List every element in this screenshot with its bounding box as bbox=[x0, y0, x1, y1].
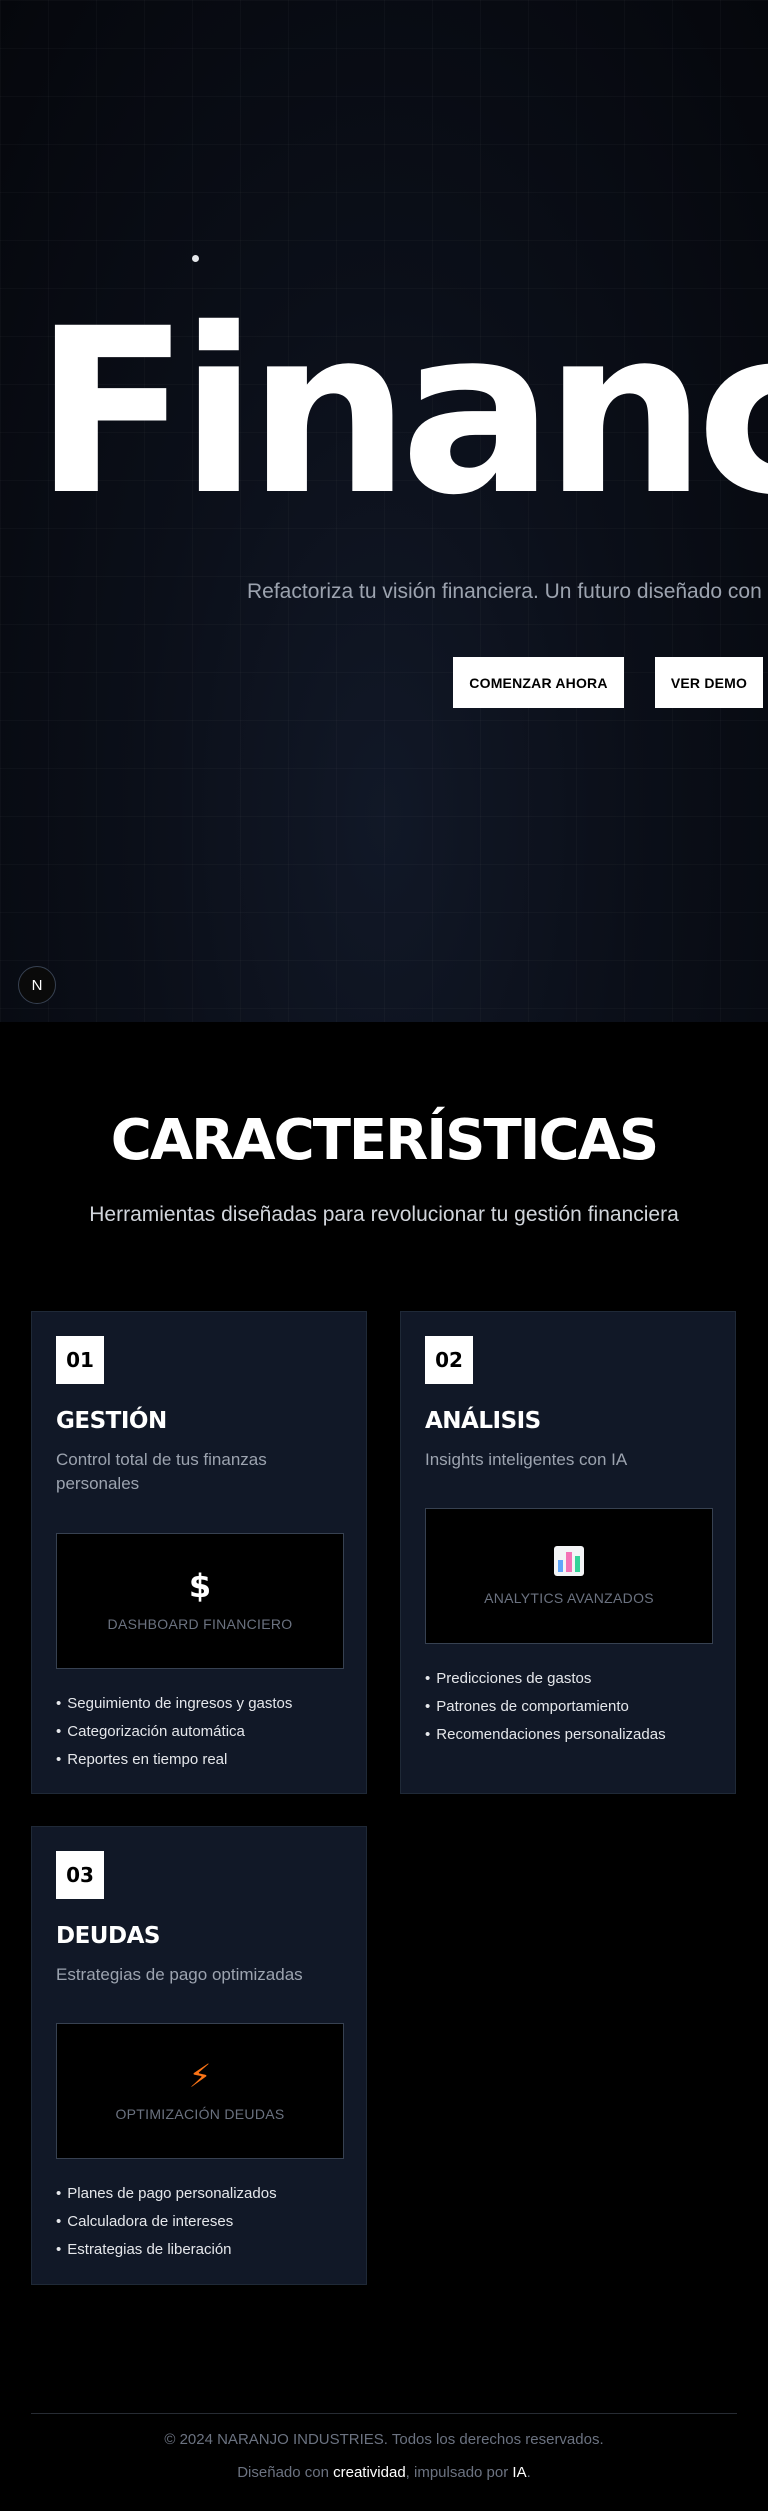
list-item: Patrones de comportamiento bbox=[425, 1693, 666, 1721]
feature-list: Predicciones de gastos Patrones de compo… bbox=[425, 1665, 666, 1749]
credits-suffix: . bbox=[526, 2464, 531, 2481]
card-description: Control total de tus finanzas personales bbox=[56, 1450, 267, 1493]
bar-chart-icon bbox=[554, 1546, 584, 1576]
card-description: Estrategias de pago optimizadas bbox=[56, 1965, 303, 1984]
credits-creativity: creatividad bbox=[333, 2464, 406, 2481]
preview-label: DASHBOARD FINANCIERO bbox=[107, 1616, 293, 1632]
list-item: Predicciones de gastos bbox=[425, 1665, 666, 1693]
n-logo-badge[interactable]: N bbox=[18, 966, 56, 1004]
preview-label: OPTIMIZACIÓN DEUDAS bbox=[115, 2106, 285, 2122]
list-item: Planes de pago personalizados bbox=[56, 2180, 276, 2208]
hero-section: Financ Refactoriza tu visión financiera.… bbox=[0, 0, 768, 1022]
card-number: 01 bbox=[56, 1336, 104, 1384]
start-now-button[interactable]: COMENZAR AHORA bbox=[453, 657, 624, 708]
card-number: 03 bbox=[56, 1851, 104, 1899]
feature-list: Seguimiento de ingresos y gastos Categor… bbox=[56, 1690, 292, 1774]
credits-ia: IA bbox=[512, 2464, 527, 2481]
list-item: Estrategias de liberación bbox=[56, 2236, 277, 2264]
lightning-icon: ⚡ bbox=[188, 2057, 212, 2095]
footer-copyright: © 2024 NARANJO INDUSTRIES. Todos los der… bbox=[164, 2431, 604, 2448]
feature-card-analisis: 02 ANÁLISIS Insights inteligentes con IA… bbox=[400, 1311, 736, 1794]
list-item: Seguimiento de ingresos y gastos bbox=[56, 1690, 292, 1718]
features-title: CARACTERÍSTICAS bbox=[110, 1108, 660, 1173]
list-item: Categorización automática bbox=[56, 1718, 292, 1746]
card-preview: ANALYTICS AVANZADOS bbox=[425, 1508, 713, 1644]
list-item: Calculadora de intereses bbox=[56, 2208, 277, 2236]
feature-card-gestion: 01 GESTIÓN Control total de tus finanzas… bbox=[31, 1311, 367, 1794]
card-title: ANÁLISIS bbox=[425, 1408, 541, 1434]
card-description: Insights inteligentes con IA bbox=[425, 1450, 628, 1469]
card-title: DEUDAS bbox=[56, 1923, 160, 1949]
feature-card-deudas: 03 DEUDAS Estrategias de pago optimizada… bbox=[31, 1826, 367, 2285]
dollar-icon: $ bbox=[188, 1567, 212, 1605]
view-demo-button[interactable]: VER DEMO bbox=[655, 657, 763, 708]
list-item: Reportes en tiempo real bbox=[56, 1746, 292, 1774]
preview-label: ANALYTICS AVANZADOS bbox=[484, 1590, 654, 1606]
card-number: 02 bbox=[425, 1336, 473, 1384]
footer-divider bbox=[31, 2413, 737, 2414]
card-preview: ⚡ OPTIMIZACIÓN DEUDAS bbox=[56, 2023, 344, 2159]
hero-title: Financ bbox=[34, 279, 768, 545]
credits-middle: , impulsado por bbox=[405, 2464, 513, 2481]
footer-credits: Diseñado con creatividad, impulsado por … bbox=[0, 2464, 768, 2481]
hero-subtitle: Refactoriza tu visión financiera. Un fut… bbox=[247, 580, 762, 603]
features-subtitle: Herramientas diseñadas para revolucionar… bbox=[89, 1203, 679, 1226]
hero-dot bbox=[192, 255, 199, 262]
card-preview: $ DASHBOARD FINANCIERO bbox=[56, 1533, 344, 1669]
card-title: GESTIÓN bbox=[56, 1408, 167, 1434]
list-item: Recomendaciones personalizadas bbox=[425, 1721, 665, 1749]
credits-prefix: Diseñado con bbox=[237, 2464, 334, 2481]
feature-list: Planes de pago personalizados Calculador… bbox=[56, 2180, 277, 2264]
